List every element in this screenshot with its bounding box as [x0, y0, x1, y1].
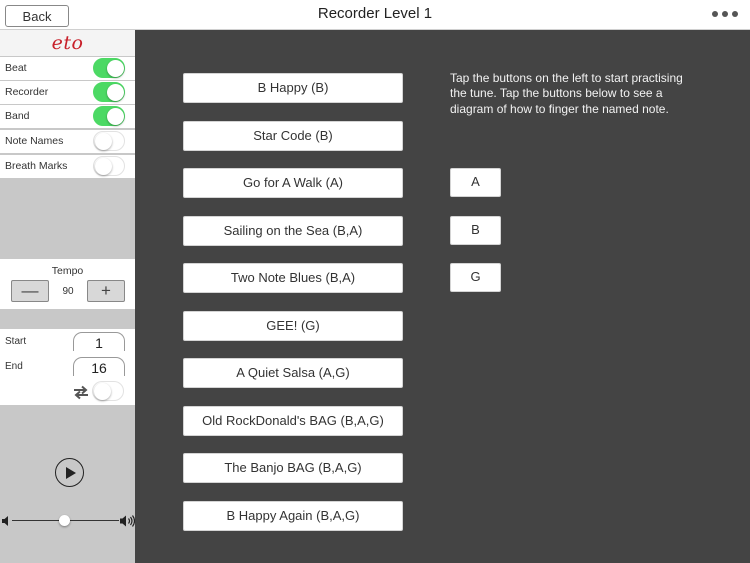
note-button-b[interactable]: B: [450, 216, 501, 245]
option-row-recorder: Recorder: [0, 81, 135, 104]
tempo-decrease-button[interactable]: —: [11, 280, 49, 302]
volume-high-icon: [120, 515, 135, 527]
option-row-band: Band: [0, 105, 135, 128]
loop-icon: [74, 385, 88, 400]
breath-marks-toggle[interactable]: [93, 156, 125, 176]
option-row-breath-marks: Breath Marks: [0, 155, 135, 178]
beat-toggle[interactable]: [93, 58, 125, 78]
loop-toggle[interactable]: [92, 381, 124, 401]
volume-knob[interactable]: [59, 515, 70, 526]
option-label: Recorder: [5, 86, 49, 98]
main-panel: B Happy (B) Star Code (B) Go for A Walk …: [135, 30, 750, 563]
tempo-increase-button[interactable]: +: [87, 280, 125, 302]
tune-button[interactable]: GEE! (G): [183, 311, 403, 341]
tempo-panel: Tempo — 90 +: [0, 259, 135, 309]
note-names-toggle[interactable]: [93, 131, 125, 151]
note-button-a[interactable]: A: [450, 168, 501, 197]
start-bar-field[interactable]: 1: [73, 332, 125, 351]
tempo-value: 90: [62, 286, 74, 297]
option-row-note-names: Note Names: [0, 130, 135, 153]
option-label: Band: [5, 110, 30, 122]
instructions-text: Tap the buttons on the left to start pra…: [450, 71, 683, 116]
option-label: Note Names: [5, 135, 64, 147]
option-row-beat: Beat: [0, 57, 135, 80]
tempo-label: Tempo: [51, 265, 84, 277]
sidebar: eto Beat Recorder Band Note Names Breath…: [0, 30, 135, 563]
tune-button[interactable]: Star Code (B): [183, 121, 403, 151]
tune-button[interactable]: Old RockDonald's BAG (B,A,G): [183, 406, 403, 436]
option-label: Breath Marks: [5, 160, 68, 172]
play-button[interactable]: [55, 458, 84, 487]
tune-button[interactable]: B Happy Again (B,A,G): [183, 501, 403, 531]
tune-button[interactable]: A Quiet Salsa (A,G): [183, 358, 403, 388]
tune-button[interactable]: Go for A Walk (A): [183, 168, 403, 198]
volume-slider[interactable]: [2, 514, 135, 528]
tune-button[interactable]: B Happy (B): [183, 73, 403, 103]
tune-button[interactable]: Two Note Blues (B,A): [183, 263, 403, 293]
range-panel: Start 1 End 16: [0, 329, 135, 405]
recorder-toggle[interactable]: [93, 82, 125, 102]
start-label: Start: [5, 336, 27, 347]
note-button-g[interactable]: G: [450, 263, 501, 292]
end-bar-field[interactable]: 16: [73, 357, 125, 376]
end-label: End: [5, 361, 23, 372]
volume-low-icon: [2, 516, 8, 526]
brand-logo: eto: [0, 30, 135, 56]
option-label: Beat: [5, 62, 27, 74]
tune-button[interactable]: Sailing on the Sea (B,A): [183, 216, 403, 246]
band-toggle[interactable]: [93, 106, 125, 126]
more-options-icon[interactable]: [712, 8, 738, 20]
tune-button[interactable]: The Banjo BAG (B,A,G): [183, 453, 403, 483]
page-title: Recorder Level 1: [317, 5, 433, 22]
top-bar: Back Recorder Level 1: [0, 0, 750, 30]
